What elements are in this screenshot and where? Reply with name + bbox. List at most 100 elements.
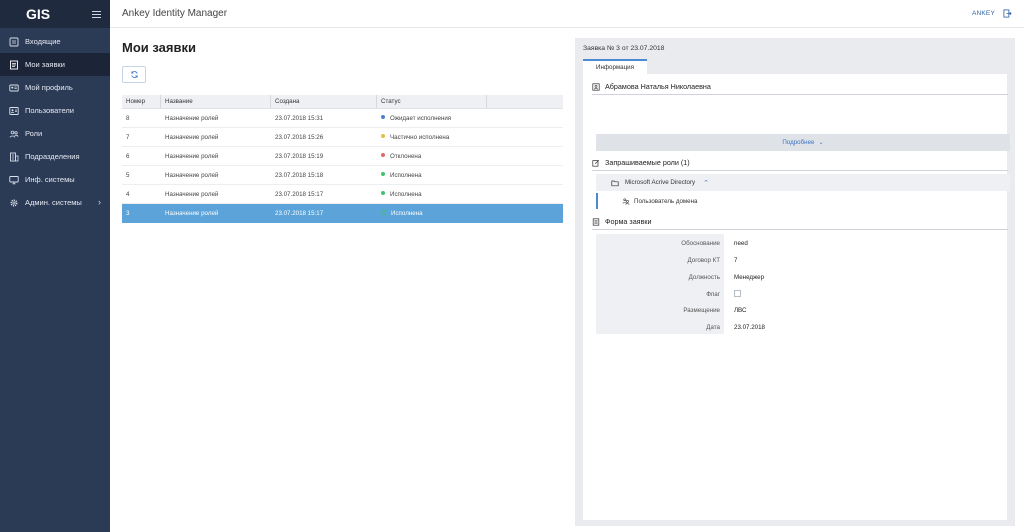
admin-gear-icon — [8, 197, 19, 208]
requested-roles-header: Запрашиваемые роли (1) — [592, 158, 1008, 171]
column-header-name[interactable]: Название — [161, 95, 271, 108]
status-text: Исполнена — [390, 171, 422, 179]
sidebar-item-departments[interactable]: Подразделения — [0, 145, 110, 168]
status-dot-icon — [381, 115, 385, 120]
refresh-button[interactable] — [122, 66, 146, 83]
request-detail-title: Заявка № 3 от 23.07.2018 — [583, 45, 665, 52]
chevron-down-icon: ⌄ — [818, 139, 824, 146]
app-title: Ankey Identity Manager — [122, 8, 228, 19]
form-value: Менеджер — [734, 274, 765, 281]
table-row[interactable]: 6 Назначение ролей 23.07.2018 15:19 Отклоне… — [122, 147, 563, 166]
info-system-group[interactable]: Microsoft Acrive Directory ⌃ — [596, 174, 1010, 191]
sidebar-item-users[interactable]: Пользователи — [0, 99, 110, 122]
table-header: Номер Название Создана Статус — [122, 95, 563, 109]
cell-created: 23.07.2018 15:18 — [275, 171, 324, 179]
sidebar-item-my-profile[interactable]: Мой профиль — [0, 76, 110, 99]
cell-status: Отклонена — [377, 153, 487, 160]
gis-logo[interactable]: GIS — [0, 0, 82, 28]
flag-checkbox[interactable] — [734, 290, 741, 297]
cell-number: 5 — [126, 171, 130, 179]
sidebar-item-label: Роли — [25, 129, 43, 138]
sidebar-item-my-requests[interactable]: Мои заявки — [0, 53, 110, 76]
menu-toggle-icon[interactable] — [82, 0, 110, 28]
column-header-number[interactable]: Номер — [122, 95, 161, 108]
status-dot-icon — [381, 134, 385, 139]
status-text: Исполнена — [391, 209, 423, 217]
requests-icon — [8, 59, 19, 70]
user-name-link[interactable]: ANKEY — [972, 10, 995, 17]
cell-created: 23.07.2018 15:19 — [275, 152, 324, 160]
cell-name: Назначение ролей — [165, 209, 219, 217]
cell-status: Частично исполнена — [377, 134, 487, 141]
cell-number: 7 — [126, 133, 130, 141]
chevron-up-icon[interactable]: ⌃ — [703, 179, 709, 187]
form-row-placement: Размещение ЛВС — [596, 302, 896, 319]
sidebar-item-info-systems[interactable]: Инф. системы — [0, 168, 110, 191]
cell-name: Назначение ролей — [165, 152, 219, 160]
sidebar-item-roles[interactable]: Роли — [0, 122, 110, 145]
edit-document-icon — [592, 159, 600, 167]
tab-information[interactable]: Информация — [583, 59, 647, 74]
more-details-button[interactable]: Подробнее ⌄ — [596, 134, 1010, 151]
cell-status: Ожидает исполнения — [377, 115, 487, 122]
column-header-status[interactable]: Статус — [377, 95, 487, 108]
form-label: Размещение — [683, 307, 720, 314]
status-dot-icon — [381, 172, 385, 177]
form-value: ЛВС — [734, 307, 747, 314]
requested-roles-title: Запрашиваемые роли (1) — [605, 158, 690, 167]
request-form-title: Форма заявки — [605, 217, 652, 226]
cell-name: Назначение ролей — [165, 190, 219, 198]
form-value — [724, 290, 741, 299]
cell-status: Исполнена — [377, 191, 487, 198]
form-row-date: Дата 23.07.2018 — [596, 319, 896, 336]
table-row[interactable]: 4 Назначение ролей 23.07.2018 15:17 Исполне… — [122, 185, 563, 204]
form-label: Дата — [706, 324, 720, 331]
status-text: Частично исполнена — [390, 133, 450, 141]
cell-name: Назначение ролей — [165, 171, 219, 179]
status-text: Ожидает исполнения — [390, 114, 452, 122]
cell-created: 23.07.2018 15:17 — [275, 209, 324, 217]
sidebar-item-label: Пользователи — [25, 106, 74, 115]
page-title: Мои заявки — [122, 40, 196, 55]
status-dot-icon — [381, 191, 385, 196]
form-value: need — [734, 240, 748, 247]
form-row-position: Должность Менеджер — [596, 269, 896, 286]
roles-icon — [8, 128, 19, 139]
form-row-flag: Флаг — [596, 286, 896, 303]
request-detail-panel: Заявка № 3 от 23.07.2018 Информация Абра… — [575, 38, 1015, 526]
table-row[interactable]: 3 Назначение ролей 23.07.2018 15:17 Исполне… — [122, 204, 563, 223]
status-dot-icon — [381, 153, 385, 158]
status-text: Исполнена — [390, 190, 422, 198]
form-label: Договор КТ — [687, 257, 720, 264]
profile-card-icon — [8, 82, 19, 93]
users-icon — [8, 105, 19, 116]
form-label: Должность — [688, 274, 720, 281]
cell-created: 23.07.2018 15:31 — [275, 114, 324, 122]
role-item[interactable]: Пользователь домена — [596, 193, 1010, 209]
form-label: Флаг — [706, 291, 720, 298]
info-system-name: Microsoft Acrive Directory — [625, 179, 696, 186]
cell-number: 6 — [126, 152, 130, 160]
cell-created: 23.07.2018 15:26 — [275, 133, 324, 141]
form-label: Обоснование — [681, 240, 720, 247]
role-name: Пользователь домена — [634, 197, 698, 205]
cell-number: 4 — [126, 190, 130, 198]
table-row[interactable]: 5 Назначение ролей 23.07.2018 15:18 Исполне… — [122, 166, 563, 185]
requester-name: Абрамова Наталья Николаевна — [605, 82, 711, 91]
inbox-icon — [8, 36, 19, 47]
table-row[interactable]: 7 Назначение ролей 23.07.2018 15:26 Частичн… — [122, 128, 563, 147]
cell-created: 23.07.2018 15:17 — [275, 190, 324, 198]
table-row[interactable]: 8 Назначение ролей 23.07.2018 15:31 Ожидает… — [122, 109, 563, 128]
logout-icon[interactable] — [1003, 9, 1012, 18]
requester-header: Абрамова Наталья Николаевна — [592, 82, 1008, 95]
sidebar-item-label: Подразделения — [25, 152, 80, 161]
sidebar-item-label: Мои заявки — [25, 60, 65, 69]
sidebar-item-inbox[interactable]: Входящие — [0, 30, 110, 53]
svg-text:GIS: GIS — [26, 6, 50, 22]
column-header-created[interactable]: Создана — [271, 95, 377, 108]
info-systems-icon — [8, 174, 19, 185]
form-document-icon — [592, 217, 600, 226]
detail-body: Абрамова Наталья Николаевна Подробнее ⌄ … — [583, 74, 1010, 520]
refresh-icon — [130, 71, 138, 78]
sidebar-item-admin-systems[interactable]: Админ. системы › — [0, 191, 110, 214]
